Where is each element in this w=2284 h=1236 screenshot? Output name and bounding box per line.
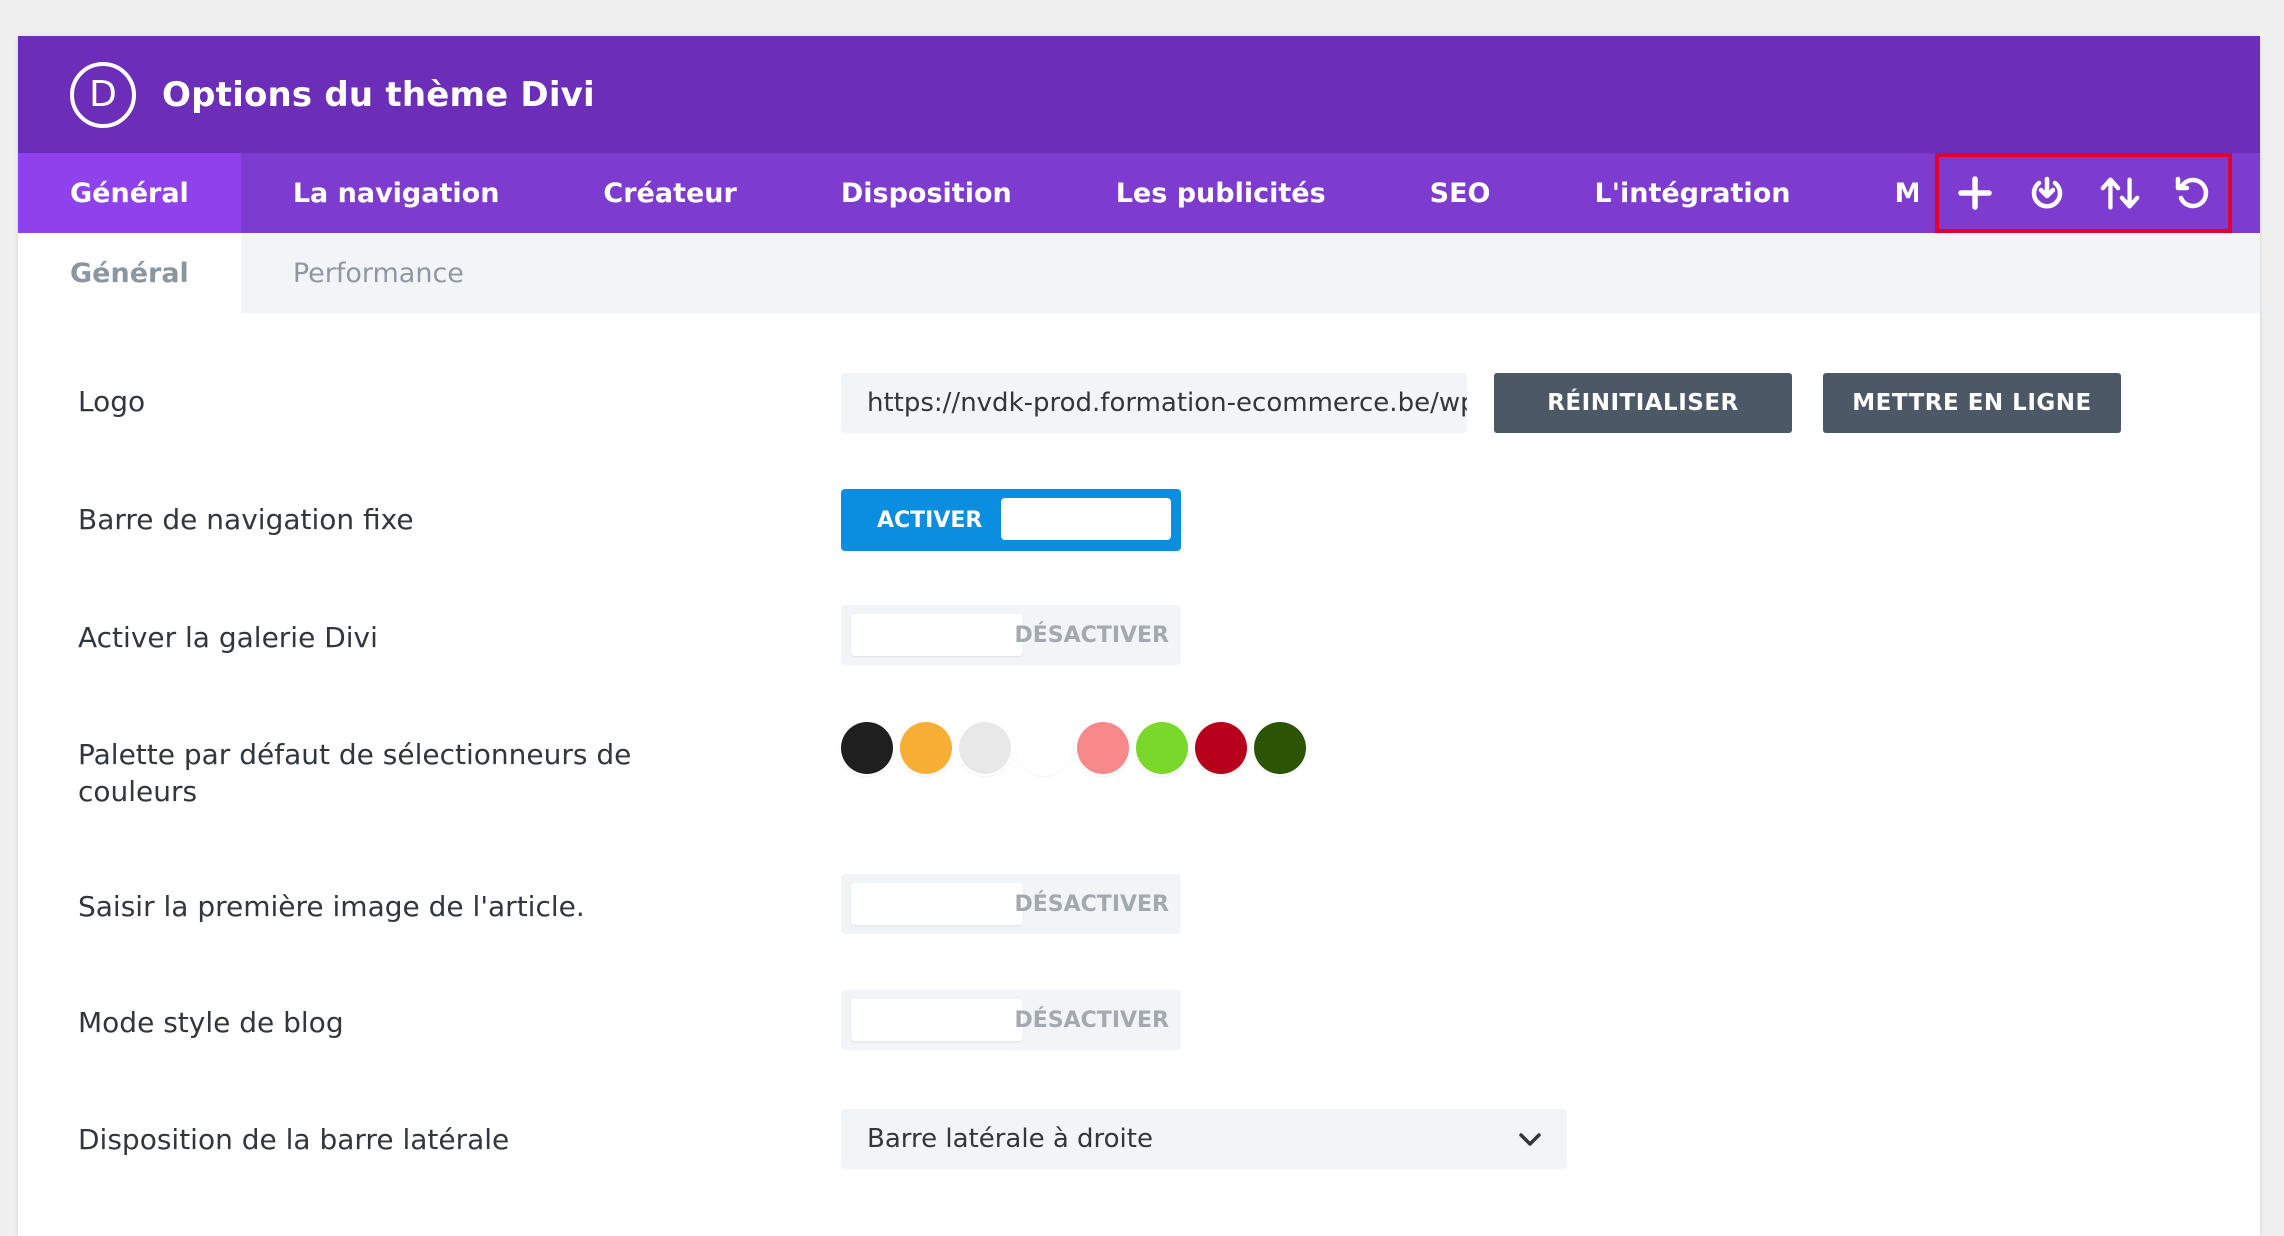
main-navigation: Général La navigation Créateur Dispositi… (18, 153, 2260, 233)
blog-style-toggle[interactable]: DÉSACTIVER (841, 990, 1181, 1050)
color-swatch[interactable] (1195, 722, 1247, 774)
color-swatch[interactable] (1018, 722, 1070, 774)
palette-label: Palette par défaut de sélectionneurs de … (78, 738, 632, 808)
color-swatch[interactable] (1254, 722, 1306, 774)
first-image-label: Saisir la première image de l'article. (78, 890, 585, 923)
sidebar-layout-label: Disposition de la barre latérale (78, 1123, 510, 1156)
fixed-nav-label: Barre de navigation fixe (78, 503, 414, 536)
toggle-state-label: DÉSACTIVER (1014, 622, 1170, 648)
toggle-state-label: DÉSACTIVER (1014, 891, 1170, 917)
toggle-state-label: DÉSACTIVER (1014, 1007, 1170, 1033)
tab-navigation[interactable]: La navigation (241, 153, 552, 233)
logo-url-input[interactable]: https://nvdk-prod.formation-ecommerce.be… (841, 373, 1467, 433)
tab-seo[interactable]: SEO (1378, 153, 1543, 233)
toggle-knob (851, 883, 1023, 925)
select-value: Barre latérale à droite (867, 1124, 1153, 1154)
subtab-general[interactable]: Général (18, 233, 241, 313)
power-download-icon[interactable] (2025, 171, 2069, 215)
tab-general[interactable]: Général (18, 153, 241, 233)
chevron-down-icon (1519, 1133, 1541, 1146)
color-swatch[interactable] (900, 722, 952, 774)
tab-builder[interactable]: Créateur (551, 153, 788, 233)
divi-gallery-label: Activer la galerie Divi (78, 621, 378, 654)
tab-integration[interactable]: L'intégration (1543, 153, 1843, 233)
import-export-arrows-icon[interactable] (2098, 171, 2142, 215)
tab-layout[interactable]: Disposition (789, 153, 1064, 233)
header-actions (1935, 153, 2232, 233)
color-swatches (841, 722, 1313, 774)
logo-label: Logo (78, 385, 146, 418)
main-tabs: Général La navigation Créateur Dispositi… (18, 153, 1918, 233)
plus-icon[interactable] (1953, 171, 1997, 215)
toggle-state-label: ACTIVER (877, 507, 983, 533)
blog-style-label: Mode style de blog (78, 1006, 344, 1039)
sub-navigation: Général Performance (18, 233, 2260, 313)
color-swatch[interactable] (959, 722, 1011, 774)
tab-updates[interactable]: Mises à jour (1842, 153, 1918, 233)
color-swatch[interactable] (841, 722, 893, 774)
theme-options-panel: D Options du thème Divi Général La navig… (18, 36, 2260, 1236)
tab-ads[interactable]: Les publicités (1064, 153, 1378, 233)
first-image-toggle[interactable]: DÉSACTIVER (841, 874, 1181, 934)
fixed-nav-toggle[interactable]: ACTIVER (841, 489, 1181, 551)
divi-logo: D (70, 61, 136, 128)
toggle-knob (851, 614, 1023, 656)
title-bar: D Options du thème Divi (18, 36, 2260, 153)
color-swatch[interactable] (1136, 722, 1188, 774)
reset-undo-icon[interactable] (2170, 171, 2214, 215)
color-swatch[interactable] (1077, 722, 1129, 774)
divi-gallery-toggle[interactable]: DÉSACTIVER (841, 605, 1181, 665)
page-title: Options du thème Divi (162, 74, 595, 115)
toggle-knob (851, 999, 1023, 1041)
reset-button[interactable]: RÉINITIALISER (1494, 373, 1792, 433)
sidebar-layout-select[interactable]: Barre latérale à droite (841, 1109, 1567, 1169)
subtab-performance[interactable]: Performance (241, 233, 516, 313)
toggle-knob (1001, 498, 1171, 540)
upload-button[interactable]: METTRE EN LIGNE (1823, 373, 2121, 433)
